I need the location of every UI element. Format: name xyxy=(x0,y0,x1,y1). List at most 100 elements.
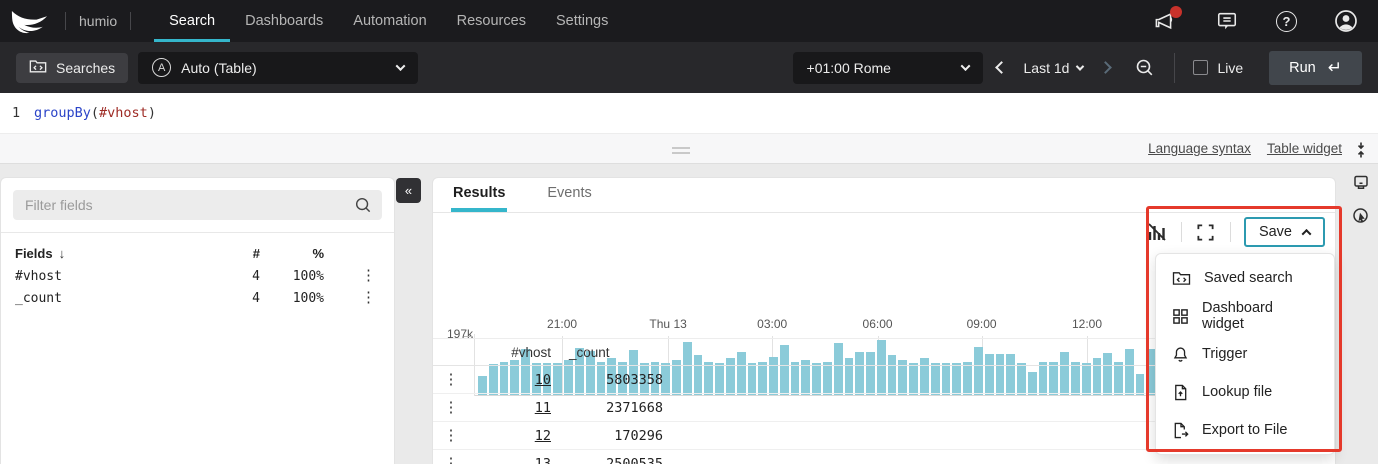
view-mode-value: Auto (Table) xyxy=(181,60,256,76)
vhost-value-link[interactable]: 12 xyxy=(535,428,551,444)
run-button[interactable]: Run ↵ xyxy=(1269,51,1362,85)
kebab-menu-icon[interactable]: ⋮ xyxy=(361,288,376,306)
save-dropdown-menu: Saved search Dashboard widget Trigger Lo… xyxy=(1155,253,1335,455)
nav-item-automation[interactable]: Automation xyxy=(338,0,441,42)
nav-item-resources[interactable]: Resources xyxy=(442,0,541,42)
chart-toolbar: Save xyxy=(1146,217,1325,247)
save-label: Save xyxy=(1259,224,1292,240)
query-paren-close: ) xyxy=(148,105,156,121)
field-name[interactable]: _count xyxy=(15,291,220,306)
count-value: 5803358 xyxy=(551,372,663,388)
menu-item-trigger[interactable]: Trigger xyxy=(1156,335,1334,373)
save-button[interactable]: Save xyxy=(1244,217,1325,247)
query-argument: #vhost xyxy=(99,105,148,121)
time-tick-label: 09:00 xyxy=(967,317,997,331)
nav-item-settings[interactable]: Settings xyxy=(541,0,623,42)
nav-item-search[interactable]: Search xyxy=(154,0,230,42)
chevron-up-icon xyxy=(1302,228,1312,238)
language-syntax-link[interactable]: Language syntax xyxy=(1148,141,1251,156)
time-tick-label: 12:00 xyxy=(1072,317,1102,331)
query-editor[interactable]: 1 groupBy(#vhost) xyxy=(0,93,1378,134)
notification-badge xyxy=(1170,6,1182,18)
nav-item-dashboards[interactable]: Dashboards xyxy=(230,0,338,42)
user-avatar-icon[interactable] xyxy=(1334,9,1358,33)
vhost-value-link[interactable]: 11 xyxy=(535,400,551,416)
kebab-menu-icon[interactable]: ⋮ xyxy=(444,454,459,464)
auto-mode-icon: A xyxy=(152,58,171,77)
sort-descending-icon: ↓ xyxy=(59,246,66,261)
count-value: 2371668 xyxy=(551,400,663,416)
menu-item-export-to-file[interactable]: Export to File xyxy=(1156,411,1334,449)
count-value: 170296 xyxy=(551,428,663,444)
kebab-menu-icon[interactable]: ⋮ xyxy=(444,398,459,416)
chevron-down-icon xyxy=(396,61,406,71)
crowdstrike-falcon-logo-icon[interactable] xyxy=(10,9,48,34)
brand-name: humio xyxy=(79,13,117,29)
timezone-value: +01:00 Rome xyxy=(807,60,891,76)
filter-fields-wrap xyxy=(13,190,382,220)
right-icon-rail xyxy=(1351,140,1371,226)
percent-column-header: % xyxy=(260,246,324,261)
timezone-dropdown[interactable]: +01:00 Rome xyxy=(793,52,983,84)
announcements-megaphone-icon[interactable] xyxy=(1154,9,1178,33)
time-forward-icon[interactable] xyxy=(1100,61,1113,74)
kebab-menu-icon[interactable]: ⋮ xyxy=(444,370,459,388)
collapse-vertical-icon[interactable] xyxy=(1351,140,1371,160)
time-tick-label: 03:00 xyxy=(757,317,787,331)
splitter-drag-handle[interactable] xyxy=(672,144,690,157)
vhost-value-link[interactable]: 10 xyxy=(535,372,551,388)
field-count: 4 xyxy=(220,291,260,306)
fullscreen-icon[interactable] xyxy=(1195,221,1217,243)
live-toggle[interactable]: Live xyxy=(1193,60,1243,76)
time-range-controls: Last 1d xyxy=(997,57,1157,79)
zoom-out-icon[interactable] xyxy=(1134,57,1156,79)
nav-right-icons: ? xyxy=(1154,0,1378,42)
fields-header-row: Fields ↓ # % xyxy=(15,241,380,265)
time-tick-label: 06:00 xyxy=(863,317,893,331)
toolbar-divider xyxy=(1230,222,1231,242)
kebab-menu-icon[interactable]: ⋮ xyxy=(361,266,376,284)
searches-button[interactable]: Searches xyxy=(16,53,128,83)
search-icon xyxy=(354,196,372,219)
fields-panel: Fields ↓ # % #vhost 4 100% ⋮ _count 4 10… xyxy=(0,177,395,464)
menu-item-dashboard-widget[interactable]: Dashboard widget xyxy=(1156,297,1334,335)
helper-links: Language syntax Table widget xyxy=(1148,141,1342,156)
tab-events[interactable]: Events xyxy=(545,178,593,212)
table-widget-link[interactable]: Table widget xyxy=(1267,141,1342,156)
vhost-column-header[interactable]: #vhost xyxy=(469,345,551,360)
inspect-zoom-icon[interactable] xyxy=(1351,206,1371,226)
menu-item-lookup-file[interactable]: Lookup file xyxy=(1156,373,1334,411)
feedback-chat-icon[interactable] xyxy=(1215,9,1239,33)
field-row[interactable]: #vhost 4 100% ⋮ xyxy=(15,265,380,287)
menu-item-saved-search[interactable]: Saved search xyxy=(1156,259,1334,297)
search-toolbar: Searches A Auto (Table) +01:00 Rome Last… xyxy=(0,42,1378,93)
query-paren-open: ( xyxy=(91,105,99,121)
kebab-menu-icon[interactable]: ⋮ xyxy=(444,426,459,444)
searches-label: Searches xyxy=(56,60,115,76)
count-column-header[interactable]: _count xyxy=(551,345,663,360)
time-tick-label: 21:00 xyxy=(547,317,577,331)
time-range-dropdown[interactable]: Last 1d xyxy=(1024,60,1084,76)
field-row[interactable]: _count 4 100% ⋮ xyxy=(15,287,380,309)
run-label: Run xyxy=(1289,60,1316,76)
file-upload-icon xyxy=(1172,384,1189,401)
vhost-value-link[interactable]: 13 xyxy=(535,456,551,464)
help-icon[interactable]: ? xyxy=(1276,11,1297,32)
y-axis-tick-mark xyxy=(464,336,473,337)
collapse-fields-panel-button[interactable]: « xyxy=(396,178,421,203)
field-name[interactable]: #vhost xyxy=(15,269,220,284)
view-mode-dropdown[interactable]: A Auto (Table) xyxy=(138,52,418,84)
widget-panel-icon[interactable] xyxy=(1351,173,1371,193)
field-percent: 100% xyxy=(260,269,324,284)
dashboard-grid-icon xyxy=(1172,308,1189,325)
toggle-histogram-icon[interactable] xyxy=(1146,221,1168,243)
chevron-down-icon xyxy=(1076,62,1084,70)
filter-fields-input[interactable] xyxy=(13,190,382,220)
live-checkbox[interactable] xyxy=(1193,60,1208,75)
fields-sort-header[interactable]: Fields ↓ xyxy=(15,246,220,261)
tab-results[interactable]: Results xyxy=(451,178,507,212)
time-range-value: Last 1d xyxy=(1024,60,1070,76)
time-back-icon[interactable] xyxy=(995,61,1008,74)
top-navigation-bar: humio Search Dashboards Automation Resou… xyxy=(0,0,1378,42)
nav-divider xyxy=(65,12,66,30)
